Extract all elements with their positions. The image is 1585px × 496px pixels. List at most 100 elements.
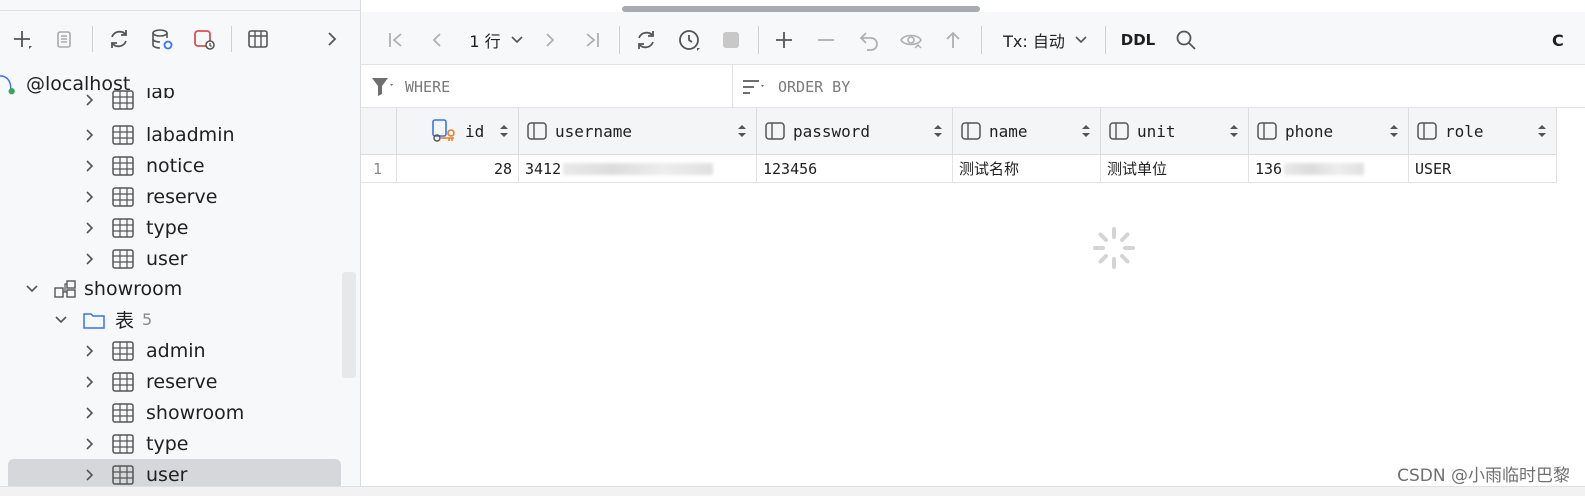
column-header-phone[interactable]: phone	[1249, 108, 1409, 154]
add-row-button[interactable]	[771, 26, 797, 54]
toolbar-overflow-text: C	[1552, 26, 1582, 54]
tree-folder-tables[interactable]: 表 5	[0, 304, 342, 335]
last-page-button[interactable]	[579, 26, 605, 54]
ddl-label: DDL	[1120, 31, 1156, 49]
chevron-right-icon	[86, 344, 94, 357]
column-header-unit[interactable]: unit	[1101, 108, 1249, 154]
search-button[interactable]	[1173, 26, 1199, 54]
history-button[interactable]	[675, 26, 703, 54]
sort-arrows-icon[interactable]	[738, 124, 746, 138]
tree-table-type[interactable]: type	[0, 212, 342, 243]
chevron-right-icon	[86, 375, 94, 388]
column-header-username[interactable]: username	[519, 108, 757, 154]
column-icon	[961, 122, 981, 140]
refresh-button[interactable]	[103, 23, 135, 55]
copy-icon	[57, 31, 71, 48]
sort-arrows-icon[interactable]	[1082, 124, 1090, 138]
column-header-label: name	[989, 121, 1028, 141]
database-delete-button[interactable]	[188, 23, 220, 55]
copy-button[interactable]	[48, 23, 80, 55]
tree-table-type[interactable]: type	[0, 428, 342, 459]
where-filter-input[interactable]: WHERE	[371, 75, 450, 99]
delete-row-button[interactable]	[813, 26, 839, 54]
left-scrollbar[interactable]	[342, 272, 356, 378]
tree-item-label: notice	[146, 154, 205, 177]
cell-password[interactable]: 123456	[757, 155, 953, 183]
tree-item-label: user	[146, 463, 188, 486]
cell-username-value: 3412	[525, 159, 562, 178]
cell-role[interactable]: USER	[1409, 155, 1557, 183]
sort-arrows-icon[interactable]	[934, 124, 942, 138]
cell-name[interactable]: 测试名称	[953, 155, 1101, 183]
rows-selector[interactable]: 1 行	[465, 26, 529, 54]
add-icon	[14, 31, 32, 49]
cell-phone[interactable]: 136	[1249, 155, 1409, 183]
ddl-button[interactable]: DDL	[1120, 26, 1156, 54]
tree-table-labadmin[interactable]: labadmin	[0, 119, 342, 150]
tx-label: Tx: 自动	[1003, 32, 1065, 51]
tree-item-label: admin	[146, 339, 206, 362]
stop-button[interactable]	[718, 26, 744, 54]
submit-button[interactable]	[940, 26, 966, 54]
table-icon	[112, 248, 134, 269]
database-settings-button[interactable]	[146, 23, 178, 55]
horizontal-scrollbar[interactable]	[622, 6, 980, 12]
table-icon	[112, 402, 134, 423]
trailing-text: C	[1552, 30, 1564, 50]
add-button[interactable]	[6, 23, 38, 55]
prev-page-button[interactable]	[424, 26, 450, 54]
column-icon	[1109, 122, 1129, 140]
cell-phone-value: 136	[1255, 159, 1283, 178]
first-page-button[interactable]	[383, 26, 409, 54]
tree-table-admin[interactable]: admin	[0, 335, 342, 366]
tree-item-partial[interactable]: lab	[0, 88, 342, 112]
expand-toolbar-button[interactable]	[316, 23, 348, 55]
tree-item-label: labadmin	[146, 123, 235, 146]
redacted-blur	[1284, 162, 1365, 175]
cell-role-value: USER	[1415, 159, 1452, 178]
column-header-name[interactable]: name	[953, 108, 1101, 154]
refresh-icon	[111, 30, 127, 48]
order-by-input[interactable]: ORDER BY	[742, 75, 850, 99]
table-view-button[interactable]	[242, 23, 274, 55]
cell-unit[interactable]: 测试单位	[1101, 155, 1249, 183]
preview-changes-button[interactable]	[897, 26, 925, 54]
toolbar-separator	[981, 26, 982, 54]
search-icon	[1176, 30, 1196, 50]
table-icon	[248, 30, 268, 48]
tree-table-reserve[interactable]: reserve	[0, 181, 342, 212]
cell-username[interactable]: 3412	[519, 155, 757, 183]
schema-icon	[54, 279, 76, 298]
tree-db-showroom[interactable]: showroom	[0, 273, 342, 304]
column-header-password[interactable]: password	[757, 108, 953, 154]
chevron-right-icon	[86, 252, 94, 265]
chevron-right-icon	[86, 437, 94, 450]
sort-arrows-icon[interactable]	[1230, 124, 1238, 138]
tree-item-label: showroom	[146, 401, 245, 424]
sort-arrows-icon[interactable]	[500, 124, 508, 138]
cell-name-value: 测试名称	[959, 160, 1020, 178]
column-header-id[interactable]: id	[397, 108, 519, 154]
column-header-role[interactable]: role	[1409, 108, 1557, 154]
toolbar-separator	[1105, 26, 1106, 54]
table-icon	[112, 155, 134, 176]
sort-arrows-icon[interactable]	[1538, 124, 1546, 138]
tree-table-notice[interactable]: notice	[0, 150, 342, 181]
table-icon	[112, 124, 134, 145]
transaction-mode-selector[interactable]: Tx: 自动	[1000, 26, 1092, 54]
tree-table-reserve[interactable]: reserve	[0, 366, 342, 397]
chevron-right-icon	[86, 159, 94, 172]
panel-top-border	[0, 0, 360, 11]
watermark: CSDN @小雨临时巴黎	[1397, 466, 1570, 486]
tree-table-showroom[interactable]: showroom	[0, 397, 342, 428]
next-page-button[interactable]	[537, 26, 563, 54]
revert-button[interactable]	[856, 26, 882, 54]
tree-table-user[interactable]: user	[0, 243, 342, 274]
sort-arrows-icon[interactable]	[1390, 124, 1398, 138]
database-explorer-panel: @localhost lab showroom 表 5 labadmin noti…	[0, 0, 361, 495]
cell-id[interactable]: 28	[397, 155, 519, 183]
tree-item-label: reserve	[146, 370, 218, 393]
reload-button[interactable]	[633, 26, 659, 54]
chevron-right-icon	[86, 406, 94, 419]
filter-divider	[732, 65, 733, 107]
